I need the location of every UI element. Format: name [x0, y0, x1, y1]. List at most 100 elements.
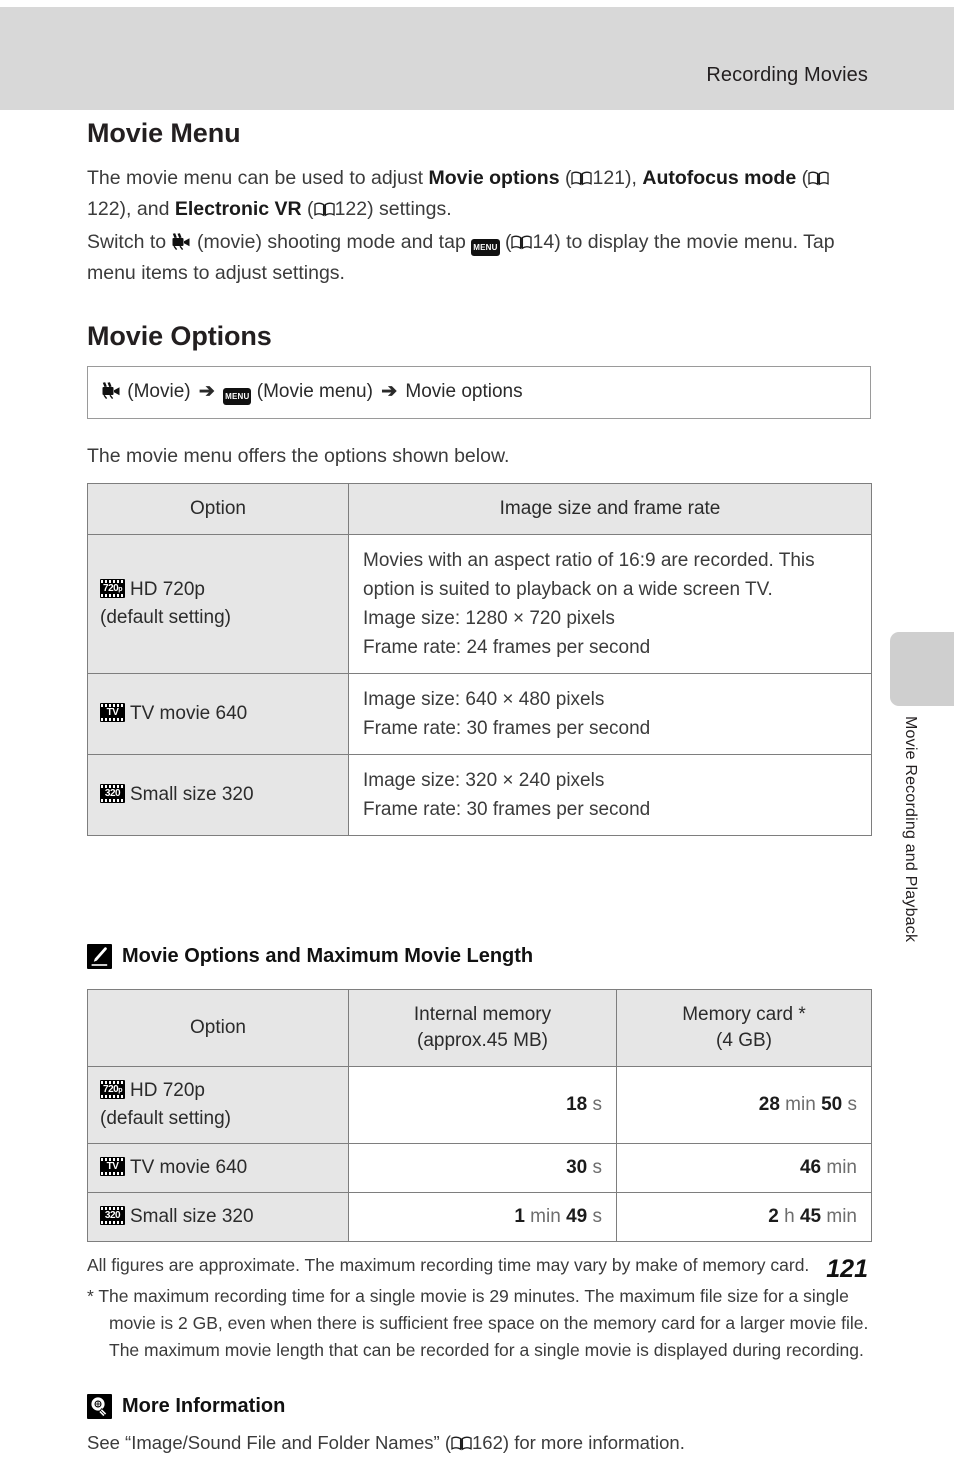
film-badge-320-icon: 320	[100, 1206, 125, 1225]
page-ref-122: 122	[87, 198, 120, 220]
badge-main: 320	[104, 1210, 121, 1221]
pencil-note-icon	[87, 944, 112, 969]
option-label: HD 720p	[130, 1080, 205, 1101]
page-number: 121	[826, 1255, 868, 1283]
text-fragment: ), and	[119, 198, 175, 220]
header-line-2: (approx.45 MB)	[417, 1030, 548, 1051]
unit: s	[592, 1206, 603, 1227]
value: 2	[768, 1206, 779, 1227]
desc-line: Image size: 320 × 240 pixels	[363, 770, 605, 791]
unit: min	[530, 1206, 561, 1227]
film-badge-label: 720p	[100, 583, 125, 595]
option-cell-smallsize320: 320 Small size 320	[87, 754, 349, 836]
menu-button-icon: MENU	[471, 239, 500, 256]
book-reference-icon	[511, 229, 533, 250]
text-fragment: (movie) shooting mode and tap	[191, 231, 472, 253]
value: 45	[799, 1206, 822, 1227]
note-heading-label: More Information	[122, 1395, 286, 1417]
film-badge-720p-icon: 720p	[100, 579, 125, 598]
header-line-1: Memory card *	[682, 1004, 806, 1025]
desc-line: Frame rate: 24 frames per second	[363, 637, 651, 658]
film-badge-label: 720p	[100, 1084, 125, 1096]
description-cell-smallsize320: Image size: 320 × 240 pixels Frame rate:…	[348, 754, 872, 836]
movie-camera-icon	[102, 381, 122, 400]
option-label: HD 720p	[130, 579, 205, 600]
text-fragment: (	[796, 167, 809, 189]
memory-card-value-smallsize320: 2 h 45 min	[616, 1192, 872, 1242]
value: 49	[566, 1206, 588, 1227]
internal-memory-value-tvmovie640: 30 s	[348, 1143, 617, 1193]
max-movie-length-table: Option Internal memory (approx.45 MB) Me…	[87, 989, 872, 1242]
page-ref-122-b: 122	[334, 198, 368, 220]
table-header-row: Option Internal memory (approx.45 MB) Me…	[87, 989, 872, 1067]
note-heading-max-length: Movie Options and Maximum Movie Length	[87, 944, 871, 969]
badge-main: 720	[103, 1084, 119, 1095]
memory-card-value-tvmovie640: 46 min	[616, 1143, 872, 1193]
emphasis-movie-options: Movie options	[428, 167, 560, 189]
page-title: Movie Menu	[87, 118, 241, 148]
unit: s	[847, 1094, 858, 1115]
note-heading-more-information: More Information	[87, 1394, 871, 1419]
column-header-option: Option	[87, 483, 349, 535]
path-arrow-icon: ➔	[381, 381, 398, 402]
option-label: Small size 320	[130, 784, 254, 805]
film-sprockets-bottom	[101, 1172, 124, 1175]
side-chapter-tab-label: Movie Recording and Playback	[902, 716, 919, 943]
text-fragment: See “Image/Sound File and Folder Names” …	[87, 1432, 452, 1453]
book-reference-icon	[451, 1431, 472, 1451]
menu-button-icon: MENU	[223, 388, 252, 405]
option-cell-hd720p: 720p HD 720p (default setting)	[87, 1066, 349, 1144]
value: 18	[566, 1094, 588, 1115]
header-line-2: (4 GB)	[716, 1030, 772, 1051]
book-reference-icon	[571, 165, 593, 186]
description-cell-hd720p: Movies with an aspect ratio of 16:9 are …	[348, 534, 872, 674]
unit: min	[785, 1094, 816, 1115]
memory-card-value-hd720p: 28 min 50 s	[616, 1066, 872, 1144]
movie-menu-paragraph-2: Switch to (movie) shooting mode and tap …	[87, 227, 871, 289]
badge-sub: p	[118, 1087, 122, 1094]
lightbulb-note-icon	[87, 1394, 112, 1419]
section-title-movie-options: Movie Options	[87, 321, 272, 351]
film-badge-label: TV	[100, 1161, 125, 1172]
book-reference-icon	[808, 165, 829, 186]
table-row: TV TV movie 640 30 s 46 min	[87, 1143, 872, 1193]
option-cell-tvmovie640: TV TV movie 640	[87, 673, 349, 755]
column-header-memory-card: Memory card * (4 GB)	[616, 989, 872, 1067]
table-row: 720p HD 720p (default setting) Movies wi…	[87, 534, 872, 674]
option-cell-tvmovie640: TV TV movie 640	[87, 1143, 349, 1193]
page-ref-162: 162	[472, 1432, 503, 1453]
menu-path-box: (Movie) ➔ MENU (Movie menu) ➔ Movie opti…	[87, 366, 871, 419]
text-fragment: ) for more information.	[502, 1432, 685, 1453]
option-cell-hd720p: 720p HD 720p (default setting)	[87, 534, 349, 674]
path-step-movie: (Movie)	[127, 381, 191, 402]
internal-memory-value-smallsize320: 1 min 49 s	[348, 1192, 617, 1242]
film-sprockets-bottom	[101, 799, 124, 802]
text-fragment: ) settings.	[367, 198, 452, 220]
more-information-text: See “Image/Sound File and Folder Names” …	[87, 1429, 871, 1457]
text-fragment: Switch to	[87, 231, 172, 253]
badge-main: 320	[104, 788, 121, 799]
table-row: TV TV movie 640 Image size: 640 × 480 pi…	[87, 673, 872, 755]
movie-options-lead-text: The movie menu offers the options shown …	[87, 445, 510, 467]
unit: h	[784, 1206, 795, 1227]
film-badge-label: 320	[100, 1210, 125, 1221]
description-cell-tvmovie640: Image size: 640 × 480 pixels Frame rate:…	[348, 673, 872, 755]
page-ref-121: 121	[592, 167, 626, 189]
movie-menu-paragraph-1: The movie menu can be used to adjust Mov…	[87, 163, 871, 225]
side-chapter-tab	[890, 632, 954, 706]
value: 46	[799, 1157, 822, 1178]
table-row: 320 Small size 320 Image size: 320 × 240…	[87, 754, 872, 836]
table-header-row: Option Image size and frame rate	[87, 483, 872, 535]
note-heading-label: Movie Options and Maximum Movie Length	[122, 945, 534, 967]
internal-memory-value-hd720p: 18 s	[348, 1066, 617, 1144]
page-header-band	[0, 7, 954, 110]
option-label: TV movie 640	[130, 1157, 248, 1178]
film-badge-tv-icon: TV	[100, 1157, 125, 1176]
page-ref-14: 14	[532, 231, 555, 253]
badge-main: TV	[106, 1161, 119, 1172]
emphasis-autofocus-mode: Autofocus mode	[642, 167, 797, 189]
option-label: TV movie 640	[130, 703, 248, 724]
option-label: Small size 320	[130, 1206, 254, 1227]
desc-line: Frame rate: 30 frames per second	[363, 718, 651, 739]
footnote-asterisk: * The maximum recording time for a singl…	[87, 1286, 869, 1360]
